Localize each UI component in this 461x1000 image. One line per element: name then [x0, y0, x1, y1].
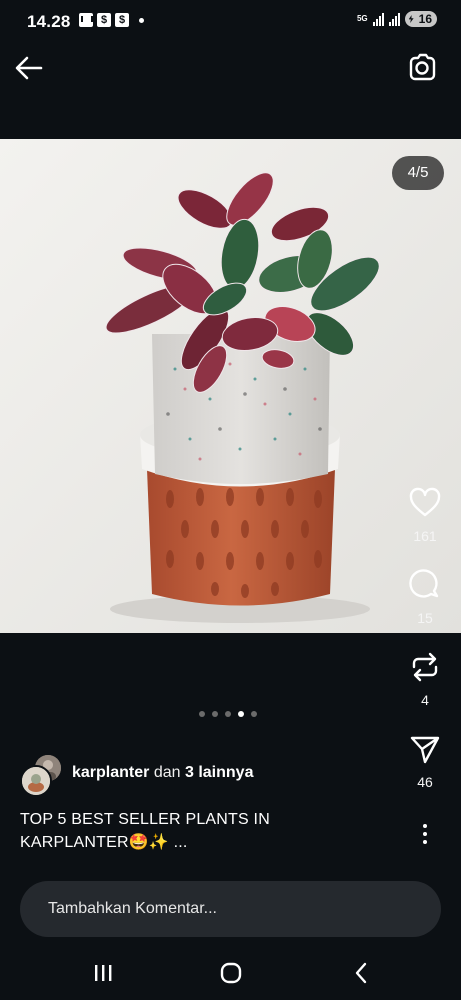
carousel-indicator: [199, 711, 257, 717]
post-viewer-screen: 14.28 $ $ 5G 16 4/5 161 15 4 46 karplant…: [0, 0, 461, 1000]
back-button[interactable]: [12, 51, 46, 85]
avatar: [20, 765, 52, 797]
repost-icon[interactable]: [408, 650, 442, 684]
notification-icons: $ $: [79, 13, 144, 27]
system-status-icons: 5G 16: [357, 11, 437, 27]
status-bar: 14.28 $ $ 5G 16: [0, 0, 461, 40]
more-options-button[interactable]: [414, 822, 436, 846]
signal-strength-icon: [372, 12, 384, 26]
like-action: 161: [400, 486, 450, 544]
post-photo[interactable]: [0, 139, 461, 633]
comment-box: [20, 881, 441, 937]
more-vertical-icon: [414, 824, 436, 844]
signal-strength-icon-2: [388, 12, 400, 26]
network-type-label: 5G: [356, 14, 368, 23]
nav-back-icon: [355, 962, 367, 984]
camera-icon: [409, 53, 436, 81]
author-connector: dan: [153, 764, 181, 781]
system-nav-bar: [0, 946, 461, 1000]
arrow-left-icon: [15, 56, 43, 80]
share-action: 46: [400, 732, 450, 790]
post-caption[interactable]: TOP 5 BEST SELLER PLANTS IN KARPLANTER🤩✨…: [20, 808, 360, 854]
shop-notification-icon: $: [97, 13, 111, 27]
page-counter: 4/5: [392, 156, 444, 190]
carousel-dot-active: [238, 711, 244, 717]
recents-button[interactable]: [86, 958, 120, 988]
shop-notification-icon-2: $: [115, 13, 129, 27]
heart-icon[interactable]: [408, 486, 442, 520]
carousel-dot: [251, 711, 257, 717]
comment-count: 15: [417, 610, 433, 626]
carousel-dot: [225, 711, 231, 717]
carousel-dot: [199, 711, 205, 717]
repost-count: 4: [421, 692, 429, 708]
nav-back-button[interactable]: [344, 958, 378, 988]
author-name[interactable]: karplanter: [72, 764, 149, 781]
home-icon: [220, 962, 242, 984]
comment-bubble-icon[interactable]: [408, 568, 442, 602]
home-button[interactable]: [214, 958, 248, 988]
share-count: 46: [417, 774, 433, 790]
camera-button[interactable]: [405, 51, 439, 85]
mail-notification-icon: [79, 13, 93, 27]
repost-action: 4: [400, 650, 450, 708]
carousel-dot: [212, 711, 218, 717]
like-count: 161: [413, 528, 437, 544]
author-avatars[interactable]: [20, 753, 64, 797]
co-authors-link[interactable]: 3 lainnya: [185, 764, 253, 781]
author-line: karplanter dan 3 lainnya: [72, 764, 253, 782]
plant-pot-illustration: [0, 139, 461, 633]
more-notifications-icon: [139, 17, 144, 23]
comment-action: 15: [400, 568, 450, 626]
recents-icon: [95, 965, 112, 981]
battery-indicator: 16: [404, 11, 437, 27]
send-icon[interactable]: [408, 732, 442, 766]
comment-input[interactable]: [20, 881, 441, 937]
status-time: 14.28: [27, 12, 71, 31]
